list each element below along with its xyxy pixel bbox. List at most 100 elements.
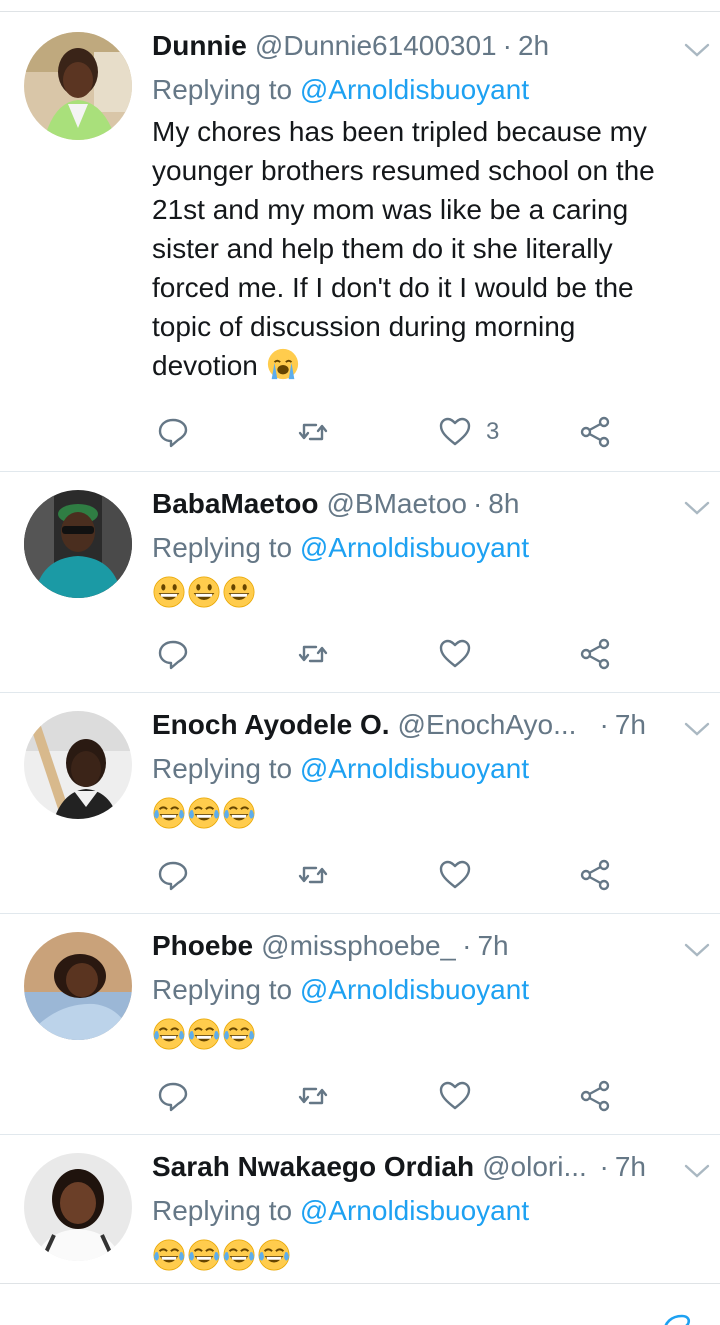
user-handle: @Dunnie61400301 [254, 30, 497, 61]
like-count: 3 [486, 418, 500, 445]
timestamp: 7h [614, 709, 646, 740]
replying-to: Replying to @Arnoldisbuoyant [152, 528, 700, 568]
face-with-tears-of-joy-icon [223, 1239, 255, 1271]
user-handle: @olori... [482, 1151, 587, 1182]
separator-dot: · [599, 709, 609, 740]
share-icon [580, 1080, 610, 1112]
share-button[interactable] [578, 634, 612, 674]
reply-icon [158, 1082, 188, 1112]
grinning-face-with-big-eyes-icon [153, 576, 185, 608]
avatar[interactable] [24, 32, 132, 140]
tweet[interactable]: BabaMaetoo @BMaetoo · 8h Replying to @Ar… [0, 472, 720, 693]
tweet-text: My chores has been tripled because my yo… [152, 112, 700, 385]
retweet-button[interactable] [296, 634, 330, 674]
replying-to: Replying to @Arnoldisbuoyant [152, 1191, 700, 1231]
separator-dot: · [472, 488, 483, 519]
like-button[interactable]: 3 [438, 412, 499, 452]
avatar[interactable] [24, 711, 132, 819]
reply-button[interactable] [156, 412, 190, 452]
retweet-icon [298, 1087, 328, 1105]
emoji-row [152, 1012, 700, 1056]
reply-icon [158, 640, 188, 670]
avatar-image [24, 1153, 132, 1261]
heart-icon [439, 860, 471, 889]
face-with-tears-of-joy-icon [223, 1018, 255, 1050]
face-with-tears-of-joy-icon [153, 797, 185, 829]
timestamp: 7h [477, 930, 509, 961]
share-button[interactable] [578, 1076, 612, 1116]
retweet-icon [298, 866, 328, 884]
heart-icon [439, 1081, 471, 1110]
tweet[interactable]: Dunnie @Dunnie61400301 · 2h Replying to … [0, 14, 720, 472]
face-with-tears-of-joy-icon [188, 1018, 220, 1050]
tweet[interactable]: Sarah Nwakaego Ordiah @olori... · 7h Rep… [0, 1135, 720, 1283]
display-name[interactable]: Enoch Ayodele O. [152, 709, 390, 741]
avatar[interactable] [24, 1153, 132, 1261]
mention-link[interactable]: @Arnoldisbuoyant [300, 1195, 529, 1226]
avatar[interactable] [24, 490, 132, 598]
face-with-tears-of-joy-icon [223, 797, 255, 829]
compose-bar[interactable] [0, 1283, 720, 1325]
loudly-crying-face-icon [267, 348, 298, 380]
timestamp: 8h [488, 488, 520, 519]
like-button[interactable] [438, 634, 472, 674]
share-icon [580, 859, 610, 891]
chevron-down-icon[interactable] [682, 717, 712, 741]
face-with-tears-of-joy-icon [188, 1239, 220, 1271]
tweet[interactable]: Phoebe @missphoebe_ · 7h Replying to @Ar… [0, 914, 720, 1135]
share-icon [580, 416, 610, 448]
avatar-image [24, 932, 132, 1040]
like-button[interactable] [438, 855, 472, 895]
display-name[interactable]: Sarah Nwakaego Ordiah [152, 1151, 474, 1183]
compose-icon[interactable] [658, 1308, 694, 1325]
mention-link[interactable]: @Arnoldisbuoyant [300, 74, 529, 105]
mention-link[interactable]: @Arnoldisbuoyant [300, 974, 529, 1005]
share-icon [580, 638, 610, 670]
chevron-down-icon[interactable] [682, 938, 712, 962]
like-button[interactable] [438, 1076, 472, 1116]
retweet-icon [298, 645, 328, 663]
retweet-button[interactable] [296, 855, 330, 895]
replying-to: Replying to @Arnoldisbuoyant [152, 70, 700, 110]
replying-to: Replying to @Arnoldisbuoyant [152, 970, 700, 1010]
share-button[interactable] [578, 412, 612, 452]
chevron-down-icon[interactable] [682, 496, 712, 520]
replying-label: Replying to [152, 74, 293, 105]
reply-button[interactable] [156, 855, 190, 895]
emoji-row [152, 791, 700, 835]
timestamp: 2h [517, 30, 550, 61]
retweet-button[interactable] [296, 412, 330, 452]
reply-button[interactable] [156, 634, 190, 674]
user-handle: @BMaetoo [326, 488, 467, 519]
replying-label: Replying to [152, 974, 293, 1005]
tweet-text-content: My chores has been tripled because my yo… [152, 116, 655, 381]
avatar-image [24, 711, 132, 819]
emoji-row [152, 1233, 700, 1277]
avatar-image [24, 490, 132, 598]
heart-icon [439, 417, 471, 446]
user-handle: @missphoebe_ [261, 930, 457, 961]
display-name[interactable]: BabaMaetoo [152, 488, 318, 520]
grinning-face-with-big-eyes-icon [223, 576, 255, 608]
display-name[interactable]: Dunnie [152, 30, 247, 62]
mention-link[interactable]: @Arnoldisbuoyant [300, 532, 529, 563]
replying-label: Replying to [152, 753, 293, 784]
retweet-icon [298, 423, 328, 441]
display-name[interactable]: Phoebe [152, 930, 253, 962]
face-with-tears-of-joy-icon [188, 797, 220, 829]
chevron-down-icon[interactable] [682, 1159, 712, 1183]
replying-to: Replying to @Arnoldisbuoyant [152, 749, 700, 789]
chevron-down-icon[interactable] [682, 38, 712, 62]
tweet[interactable]: Enoch Ayodele O. @EnochAyo... · 7h Reply… [0, 693, 720, 914]
reply-button[interactable] [156, 1076, 190, 1116]
grinning-face-with-big-eyes-icon [188, 576, 220, 608]
reply-icon [158, 418, 188, 448]
mention-link[interactable]: @Arnoldisbuoyant [300, 753, 529, 784]
avatar-image [24, 32, 132, 140]
share-button[interactable] [578, 855, 612, 895]
replying-label: Replying to [152, 1195, 293, 1226]
retweet-button[interactable] [296, 1076, 330, 1116]
reply-icon [158, 861, 188, 891]
avatar[interactable] [24, 932, 132, 1040]
heart-icon [439, 639, 471, 668]
